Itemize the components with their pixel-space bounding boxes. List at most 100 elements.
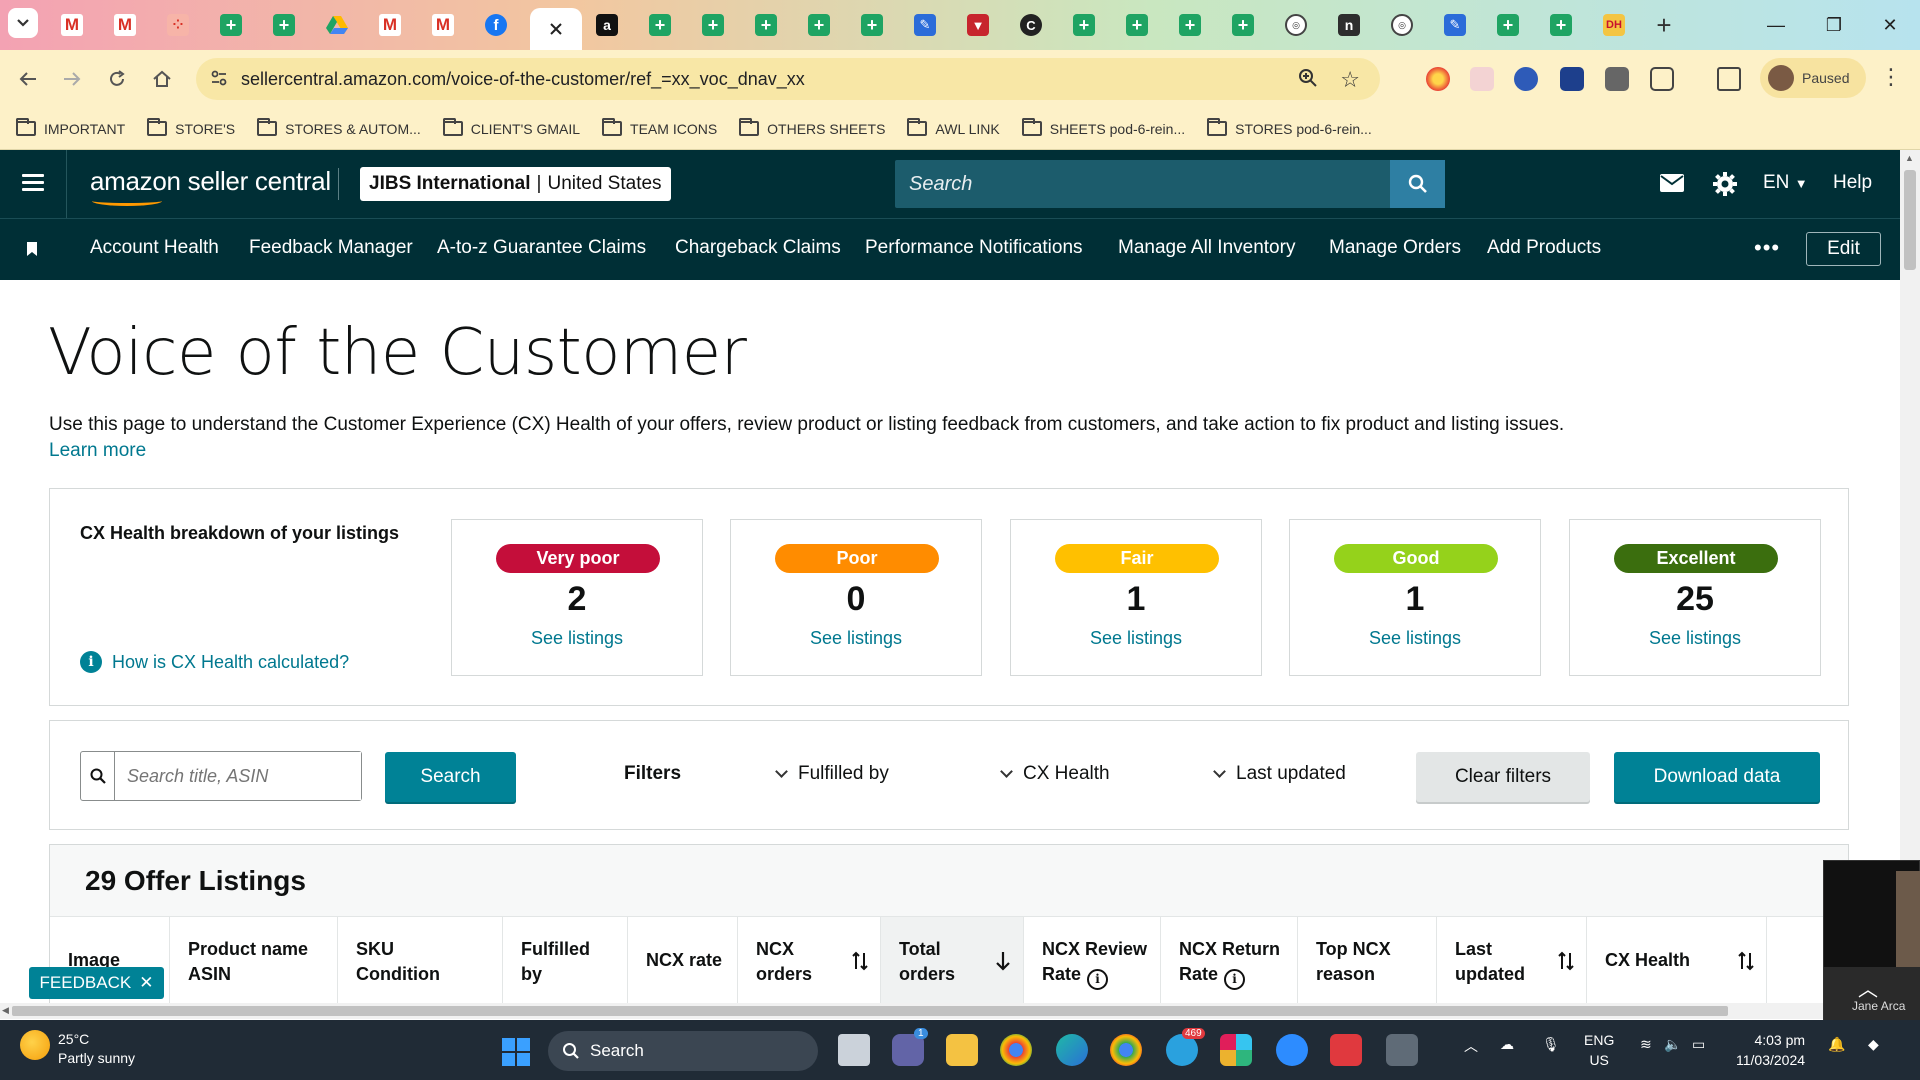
bookmark-folder[interactable]: CLIENT'S GMAIL — [442, 118, 580, 137]
column-header-sku[interactable]: SKU Condition — [338, 917, 503, 1003]
horizontal-scrollbar[interactable]: ◀ — [0, 1003, 1900, 1019]
profile-button[interactable]: Paused — [1760, 58, 1866, 98]
tab-sheets[interactable]: + — [746, 8, 786, 42]
tab-pen-tool[interactable]: ✎ — [1435, 8, 1475, 42]
taskbar-search[interactable]: Search — [548, 1031, 818, 1071]
browser-menu-icon[interactable]: ⋮ — [1880, 64, 1902, 90]
bookmark-folder[interactable]: STORES pod-6-rein... — [1207, 118, 1372, 137]
column-header-fulfilled-by[interactable]: Fulfilled by — [503, 917, 628, 1003]
show-hidden-icons[interactable]: ︿ — [1464, 1036, 1478, 1056]
back-button[interactable] — [12, 63, 44, 95]
search-button[interactable]: Search — [385, 752, 516, 802]
bookmark-folder[interactable]: OTHERS SHEETS — [739, 118, 885, 137]
sort-descending-icon[interactable] — [995, 951, 1011, 971]
column-header-ncx-return-rate[interactable]: NCX Return Rate i — [1161, 917, 1298, 1003]
video-call-tile[interactable]: ︿ Jane Arca — [1823, 860, 1920, 1021]
bookmark-folder[interactable]: TEAM ICONS — [602, 118, 717, 137]
bookmark-folder[interactable]: STORES & AUTOM... — [257, 118, 421, 137]
copilot-icon[interactable]: ◆ — [1868, 1036, 1879, 1053]
tab-search-button[interactable] — [8, 8, 38, 38]
tab-active-seller-central[interactable] — [530, 8, 582, 50]
listing-search-input[interactable] — [115, 752, 361, 800]
windows-start-icon[interactable] — [502, 1038, 530, 1066]
tab-dh[interactable]: DH — [1594, 8, 1634, 42]
scrollbar-thumb[interactable] — [12, 1006, 1728, 1016]
language-selector[interactable]: EN ▼ — [1763, 172, 1808, 194]
minimize-button[interactable]: — — [1756, 10, 1796, 40]
nav-chargeback-claims[interactable]: Chargeback Claims — [675, 237, 841, 259]
see-listings-link[interactable]: See listings — [1011, 628, 1261, 649]
zoom-icon[interactable] — [1298, 68, 1318, 88]
reload-button[interactable] — [101, 63, 133, 95]
forward-button[interactable] — [56, 63, 88, 95]
column-header-top-ncx-reason[interactable]: Top NCX reason — [1298, 917, 1437, 1003]
microphone-icon[interactable]: 🎙 — [1542, 1036, 1560, 1053]
sort-icon[interactable] — [852, 951, 868, 971]
tab-sheets[interactable]: + — [852, 8, 892, 42]
tab-sheets[interactable]: + — [640, 8, 680, 42]
extensions-puzzle-icon[interactable] — [1650, 67, 1674, 91]
scrollbar-thumb[interactable] — [1904, 170, 1916, 270]
sort-icon[interactable] — [1558, 951, 1574, 971]
calculator-icon[interactable] — [1386, 1034, 1418, 1066]
tab-sheets[interactable]: + — [1541, 8, 1581, 42]
address-bar[interactable]: sellercentral.amazon.com/voice-of-the-cu… — [196, 58, 1380, 100]
bookmark-folder[interactable]: SHEETS pod-6-rein... — [1021, 118, 1185, 137]
tab-facebook[interactable]: f — [476, 8, 516, 42]
zoom-icon[interactable] — [1276, 1034, 1308, 1066]
sort-icon[interactable] — [1738, 951, 1754, 971]
tab-n-app[interactable]: n — [1329, 8, 1369, 42]
filter-last-updated[interactable]: Last updated — [1213, 763, 1346, 785]
download-data-button[interactable]: Download data — [1614, 752, 1820, 802]
see-listings-link[interactable]: See listings — [452, 628, 702, 649]
wps-office-icon[interactable] — [1330, 1034, 1362, 1066]
tab-round-app[interactable]: ◎ — [1382, 8, 1422, 42]
new-tab-button[interactable]: + — [1649, 10, 1679, 40]
nav-account-health[interactable]: Account Health — [90, 237, 219, 259]
extension-ring-icon[interactable] — [1514, 67, 1538, 91]
file-explorer-icon[interactable] — [946, 1034, 978, 1066]
seller-central-logo[interactable]: amazon seller central — [90, 166, 331, 206]
see-listings-link[interactable]: See listings — [1290, 628, 1540, 649]
extension-pdf-icon[interactable] — [1470, 67, 1494, 91]
tab-gmail[interactable]: M — [105, 8, 145, 42]
tab-sheets[interactable]: + — [693, 8, 733, 42]
nav-a-to-z-claims[interactable]: A-to-z Guarantee Claims — [437, 237, 646, 259]
system-clock[interactable]: 4:03 pm 11/03/2024 — [1736, 1030, 1805, 1070]
tab-sheets[interactable]: + — [799, 8, 839, 42]
url-text[interactable]: sellercentral.amazon.com/voice-of-the-cu… — [241, 69, 805, 90]
bookmark-star-icon[interactable]: ☆ — [1340, 67, 1360, 93]
chevron-up-icon[interactable]: ︿ — [1858, 973, 1878, 1002]
wifi-icon[interactable]: ≋ — [1640, 1036, 1652, 1053]
bookmark-folder[interactable]: AWL LINK — [907, 118, 1000, 137]
tab-sheets[interactable]: + — [1223, 8, 1263, 42]
onedrive-icon[interactable]: ☁ — [1500, 1036, 1514, 1053]
input-language[interactable]: ENG US — [1584, 1030, 1614, 1070]
extension-qr-icon[interactable] — [1605, 67, 1629, 91]
slack-icon[interactable] — [1220, 1034, 1252, 1066]
chrome-profile-icon[interactable] — [1110, 1034, 1142, 1066]
more-options-icon[interactable]: ••• — [1754, 235, 1780, 261]
task-view-icon[interactable] — [838, 1034, 870, 1066]
see-listings-link[interactable]: See listings — [731, 628, 981, 649]
close-icon[interactable] — [550, 23, 562, 35]
telegram-icon[interactable]: 469 — [1166, 1028, 1205, 1066]
chrome-icon[interactable] — [1000, 1034, 1032, 1066]
column-header-total-orders[interactable]: Total orders — [881, 917, 1024, 1003]
edit-nav-button[interactable]: Edit — [1806, 232, 1881, 266]
close-window-button[interactable]: ✕ — [1870, 10, 1910, 40]
tab-sheets[interactable]: + — [1117, 8, 1157, 42]
tab-gmail[interactable]: M — [423, 8, 463, 42]
notification-bell-icon[interactable]: 🔔 — [1828, 1036, 1845, 1053]
nav-feedback-manager[interactable]: Feedback Manager — [249, 237, 413, 259]
hamburger-menu-icon[interactable] — [22, 174, 44, 195]
tab-amazon[interactable]: a — [587, 8, 627, 42]
battery-icon[interactable]: ▭ — [1692, 1036, 1705, 1053]
teams-icon[interactable]: 1 — [892, 1028, 928, 1066]
nav-add-products[interactable]: Add Products — [1487, 237, 1601, 259]
volume-icon[interactable]: 🔈 — [1664, 1036, 1681, 1053]
tab-sheets[interactable]: + — [1064, 8, 1104, 42]
nav-manage-orders[interactable]: Manage Orders — [1329, 237, 1461, 259]
edge-icon[interactable] — [1056, 1034, 1088, 1066]
feedback-button[interactable]: FEEDBACK ✕ — [29, 967, 164, 999]
